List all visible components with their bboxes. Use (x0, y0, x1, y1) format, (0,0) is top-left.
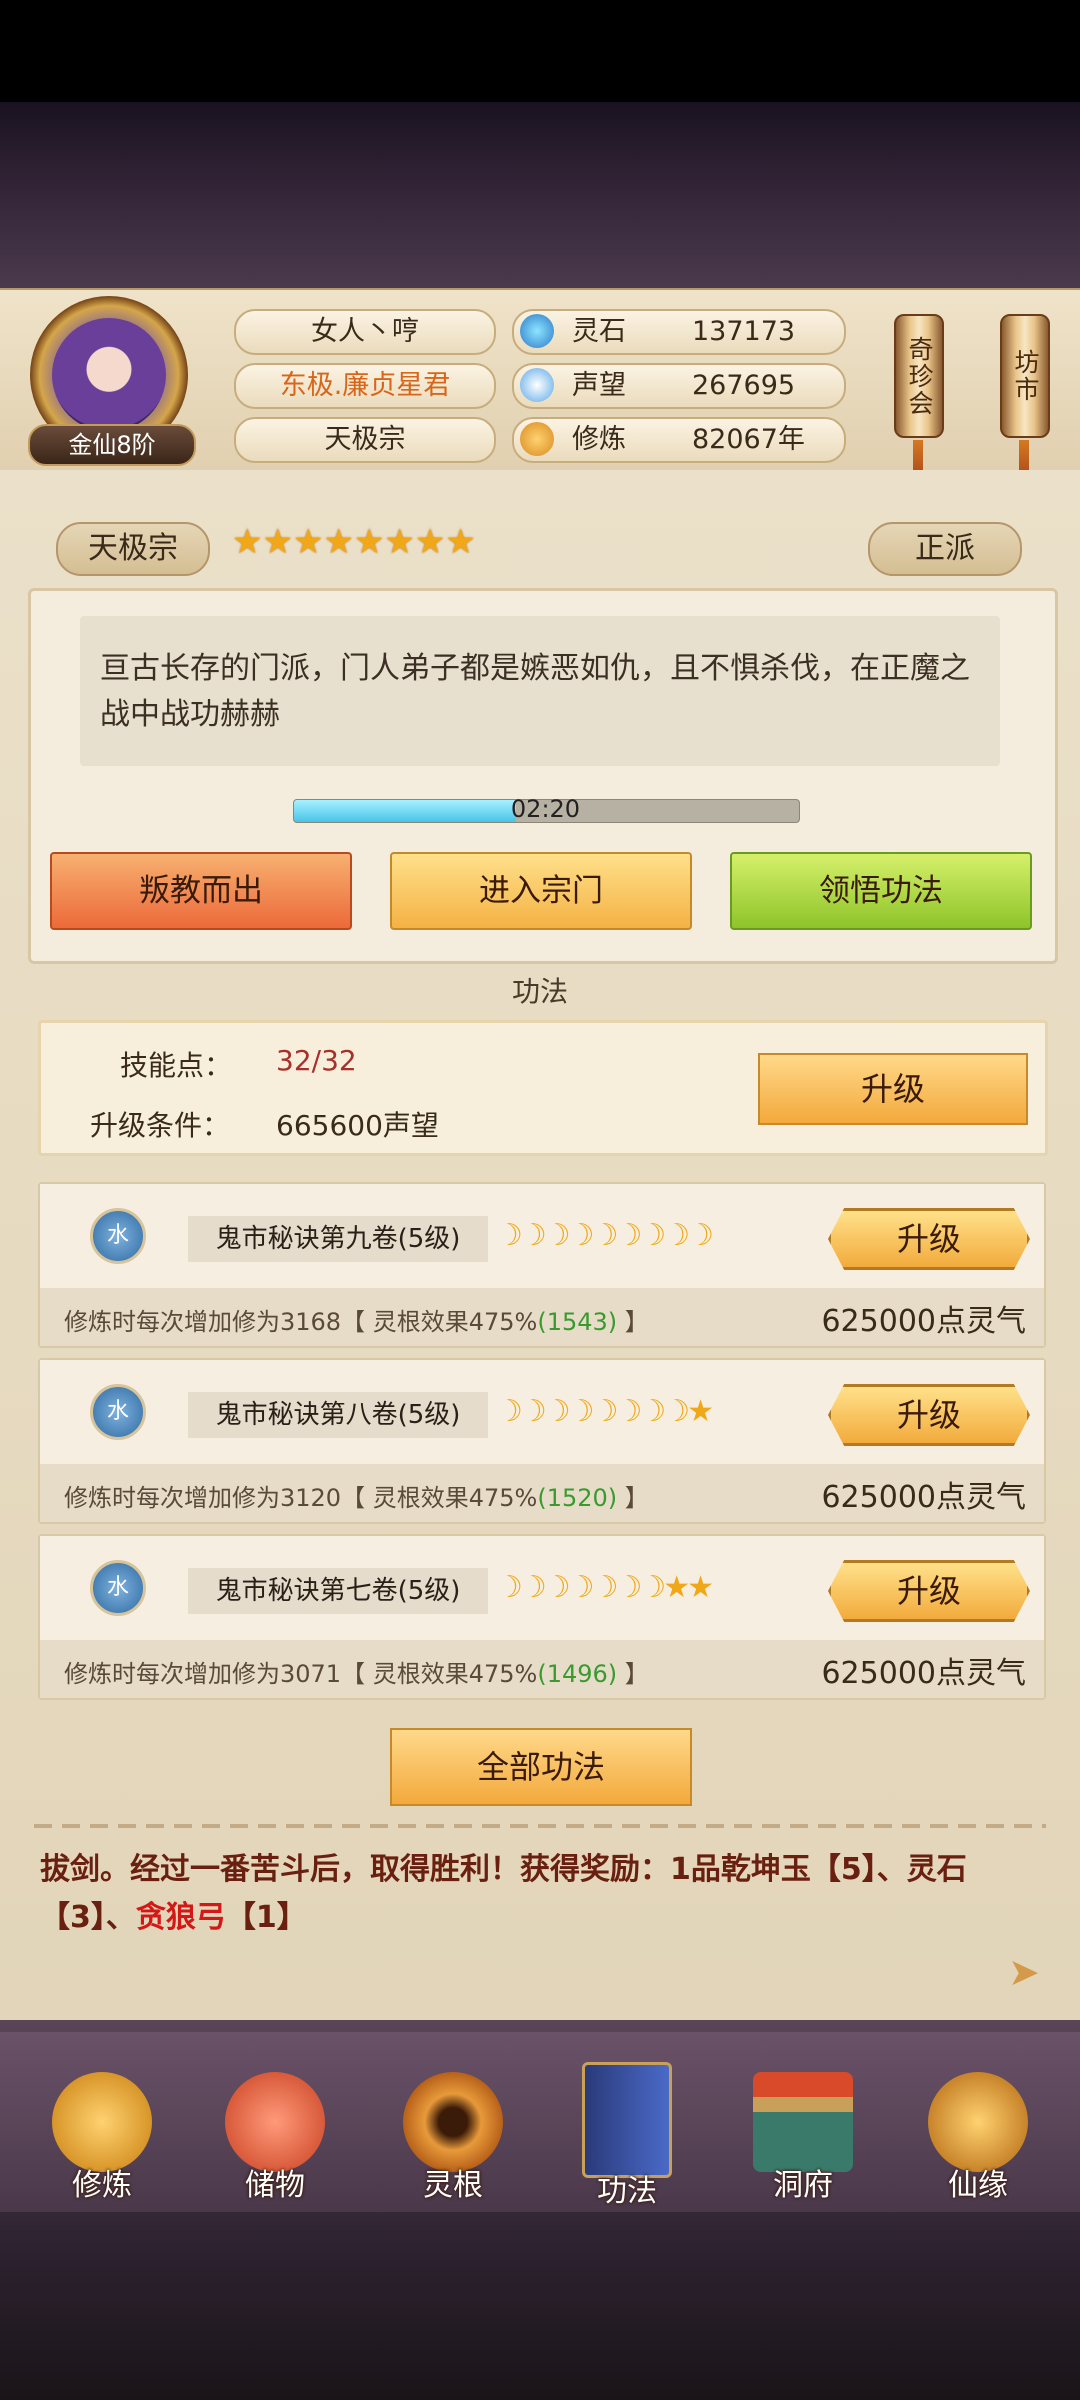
upgrade-condition-value: 665600声望 (276, 1109, 439, 1142)
enter-sect-button[interactable]: 进入宗门 (390, 852, 692, 930)
technique-card: 水 鬼市秘诀第八卷(5级) ☽☽☽☽☽☽☽☽★ 升级 修炼时每次增加修为3120… (38, 1358, 1046, 1524)
technique-card: 水 鬼市秘诀第九卷(5级) ☽☽☽☽☽☽☽☽☽ 升级 修炼时每次增加修为3168… (38, 1182, 1046, 1348)
star-icon: ★ (445, 522, 476, 562)
technique-cost: 625000点灵气 (821, 1304, 1026, 1339)
nav-cultivate[interactable]: 修炼 (27, 2062, 177, 2232)
water-element-icon: 水 (90, 1560, 146, 1616)
player-sect: 天极宗 (234, 417, 496, 463)
sect-star-rating: ★★★★★★★★ (232, 522, 476, 562)
alignment-tag: 正派 (868, 522, 1022, 576)
upgrade-condition-label: 升级条件： (90, 1109, 231, 1142)
skill-points-value: 32/32 (276, 1044, 357, 1077)
treasure-fair-button[interactable]: 奇珍会 (894, 314, 944, 438)
nav-techniques[interactable]: 功法 (552, 2052, 702, 2222)
technique-name: 鬼市秘诀第八卷(5级) (188, 1392, 488, 1438)
divider (34, 1824, 1046, 1828)
reputation-icon (520, 368, 554, 402)
technique-level-moons: ☽☽☽☽☽☽☽☽★ (496, 1394, 714, 1429)
storage-bag-icon (225, 2072, 325, 2172)
cultivate-icon (52, 2072, 152, 2172)
gourd-icon (928, 2072, 1028, 2172)
water-element-icon: 水 (90, 1208, 146, 1264)
technique-upgrade-button[interactable]: 升级 (828, 1384, 1030, 1446)
all-techniques-button[interactable]: 全部功法 (390, 1728, 692, 1806)
top-backdrop (0, 102, 1080, 290)
spirit-root-icon (403, 2072, 503, 2172)
star-icon: ★ (292, 522, 324, 562)
battle-log-message: 拔剑。经过一番苦斗后，取得胜利！获得奖励：1品乾坤玉【5】、灵石【3】、贪狼弓【… (40, 1852, 967, 1935)
technique-level-moons: ☽☽☽☽☽☽☽☽☽ (496, 1218, 714, 1253)
cave-house-icon (753, 2072, 853, 2172)
nav-destiny[interactable]: 仙缘 (903, 2062, 1053, 2232)
resource-spirit-stone: 灵石 137173 (512, 309, 846, 355)
technique-description: 修炼时每次增加修为3168【 灵根效果475%(1543) 】 (64, 1308, 649, 1336)
skills-section-title: 功法 (511, 975, 568, 1008)
technique-cost: 625000点灵气 (821, 1656, 1026, 1691)
player-title: 东极.廉贞星君 (234, 363, 496, 409)
scripture-book-icon (582, 2062, 672, 2178)
resource-cultivation: 修炼 82067年 (512, 417, 846, 463)
timer-text: 02:20 (510, 795, 581, 823)
technique-cost: 625000点灵气 (821, 1480, 1026, 1515)
star-icon: ★ (353, 522, 385, 562)
technique-level-moons: ☽☽☽☽☽☽☽★★ (496, 1570, 714, 1605)
star-icon: ★ (262, 522, 293, 562)
technique-card: 水 鬼市秘诀第七卷(5级) ☽☽☽☽☽☽☽★★ 升级 修炼时每次增加修为3071… (38, 1534, 1046, 1700)
star-icon: ★ (323, 522, 354, 562)
technique-name: 鬼市秘诀第七卷(5级) (188, 1568, 488, 1614)
technique-upgrade-button[interactable]: 升级 (828, 1208, 1030, 1270)
rank-badge: 金仙8阶 (28, 424, 196, 466)
sect-description: 亘古长存的门派，门人弟子都是嫉恶如仇，且不惧杀伐，在正魔之战中战功赫赫 (100, 651, 970, 732)
nav-cave-house[interactable]: 洞府 (728, 2062, 878, 2232)
nav-spirit-root[interactable]: 灵根 (378, 2062, 528, 2232)
resource-reputation: 声望 267695 (512, 363, 846, 409)
leave-sect-button[interactable]: 叛教而出 (50, 852, 352, 930)
market-button[interactable]: 坊市 (1000, 314, 1050, 438)
star-icon: ★ (384, 522, 415, 562)
player-name: 女人丶哼 (234, 309, 496, 355)
technique-description: 修炼时每次增加修为3120【 灵根效果475%(1520) 】 (64, 1484, 649, 1512)
skill-points-label: 技能点： (120, 1049, 233, 1082)
technique-upgrade-button[interactable]: 升级 (828, 1560, 1030, 1622)
water-element-icon: 水 (90, 1384, 146, 1440)
nav-storage[interactable]: 储物 (200, 2062, 350, 2232)
meditation-icon (520, 422, 554, 456)
technique-name: 鬼市秘诀第九卷(5级) (188, 1216, 488, 1262)
next-arrow-icon[interactable]: ➤ (1008, 1950, 1040, 1994)
status-bar-area (0, 0, 1080, 102)
spirit-stone-icon (520, 314, 554, 348)
technique-description: 修炼时每次增加修为3071【 灵根效果475%(1496) 】 (64, 1660, 649, 1688)
upgrade-skill-points-button[interactable]: 升级 (758, 1053, 1028, 1125)
star-icon: ★ (232, 522, 263, 562)
comprehend-skill-button[interactable]: 领悟功法 (730, 852, 1032, 930)
avatar[interactable] (52, 318, 166, 432)
star-icon: ★ (414, 522, 446, 562)
sect-name-tag: 天极宗 (56, 522, 210, 576)
